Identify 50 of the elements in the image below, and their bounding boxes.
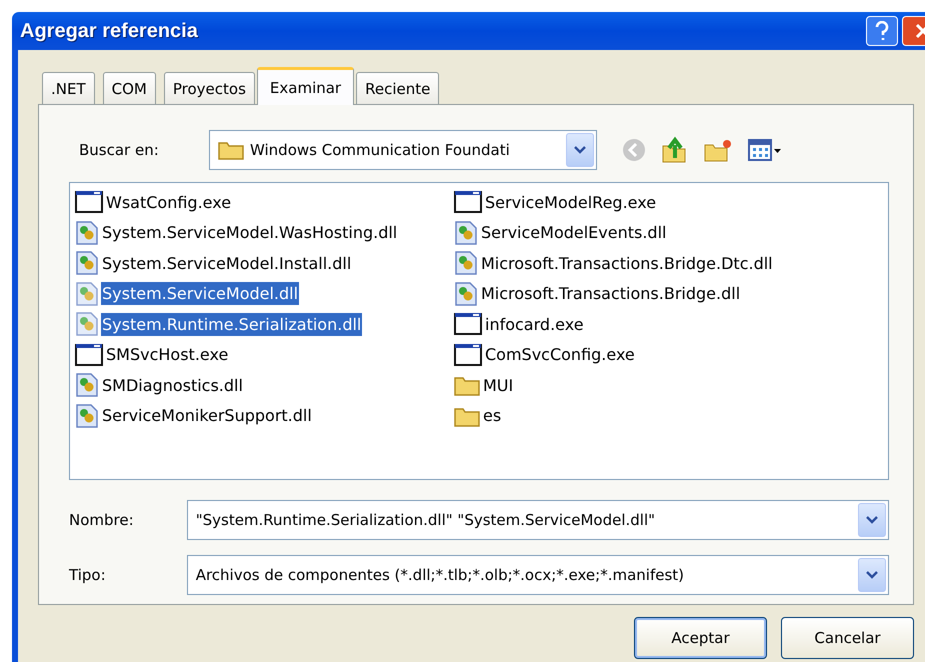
view-menu-button[interactable]	[747, 137, 783, 163]
window-icon	[454, 342, 482, 367]
gear-file-icon	[454, 220, 478, 246]
window-icon	[75, 190, 103, 214]
file-name[interactable]: WsatConfig.exe	[105, 190, 232, 214]
gear-file-icon	[75, 311, 99, 338]
file-name[interactable]: ServiceModelReg.exe	[484, 190, 658, 214]
tab[interactable]: Reciente	[356, 72, 440, 104]
new-folder-button[interactable]	[703, 137, 733, 163]
type-label: Tipo:	[69, 566, 107, 584]
question-mark-icon	[874, 21, 890, 41]
dialog-button[interactable]: Cancelar	[781, 617, 914, 659]
file-name[interactable]: Microsoft.Transactions.Bridge.dll	[480, 282, 742, 306]
tab[interactable]: .NET	[42, 72, 95, 104]
gear-file-icon	[454, 280, 478, 307]
file-name[interactable]: ServiceMonikerSupport.dll	[101, 404, 313, 428]
look-in-label: Buscar en:	[78, 141, 160, 159]
window-icon	[75, 342, 103, 367]
gear-file-icon	[75, 280, 99, 307]
file-list[interactable]	[69, 182, 889, 480]
gear-file-icon	[75, 402, 99, 429]
file-name[interactable]: ComSvcConfig.exe	[484, 343, 636, 366]
gear-file-icon	[75, 250, 99, 276]
gear-file-icon	[75, 372, 99, 398]
window-icon	[454, 190, 482, 214]
window-title: Agregar referencia	[20, 20, 199, 42]
file-name[interactable]: System.ServiceModel.WasHosting.dll	[101, 221, 398, 244]
type-dropdown[interactable]: Archivos de componentes (*.dll;*.tlb;*.olb;*.ocx;*.exe;*.manifest)	[186, 555, 889, 595]
file-name[interactable]: SMDiagnostics.dll	[101, 374, 244, 397]
file-name[interactable]: MUI	[482, 374, 514, 397]
gear-file-icon	[454, 250, 478, 276]
file-name[interactable]: infocard.exe	[484, 312, 585, 336]
file-name[interactable]: Microsoft.Transactions.Bridge.Dtc.dll	[480, 252, 774, 275]
look-in-dropdown[interactable]: Windows Communication Foundati	[209, 130, 597, 170]
file-name[interactable]: System.ServiceModel.dll	[101, 282, 300, 306]
window-icon	[454, 312, 482, 336]
file-name[interactable]: es	[482, 404, 502, 428]
name-label: Nombre:	[69, 511, 135, 529]
help-button[interactable]	[866, 16, 898, 46]
file-name[interactable]: SMSvcHost.exe	[105, 343, 230, 366]
dialog-button[interactable]: Aceptar	[634, 617, 767, 659]
file-name[interactable]: ServiceModelEvents.dll	[480, 221, 668, 244]
tab[interactable]: Examinar	[256, 67, 354, 105]
file-name[interactable]: System.Runtime.Serialization.dll	[101, 312, 362, 336]
gear-file-icon	[75, 220, 99, 246]
folder-icon	[218, 140, 244, 160]
tab[interactable]: COM	[102, 72, 156, 104]
tab[interactable]: Proyectos	[164, 72, 255, 104]
name-field[interactable]: "System.Runtime.Serialization.dll" "System.ServiceModel.dll"	[186, 500, 889, 540]
file-name[interactable]: System.ServiceModel.Install.dll	[101, 252, 352, 275]
